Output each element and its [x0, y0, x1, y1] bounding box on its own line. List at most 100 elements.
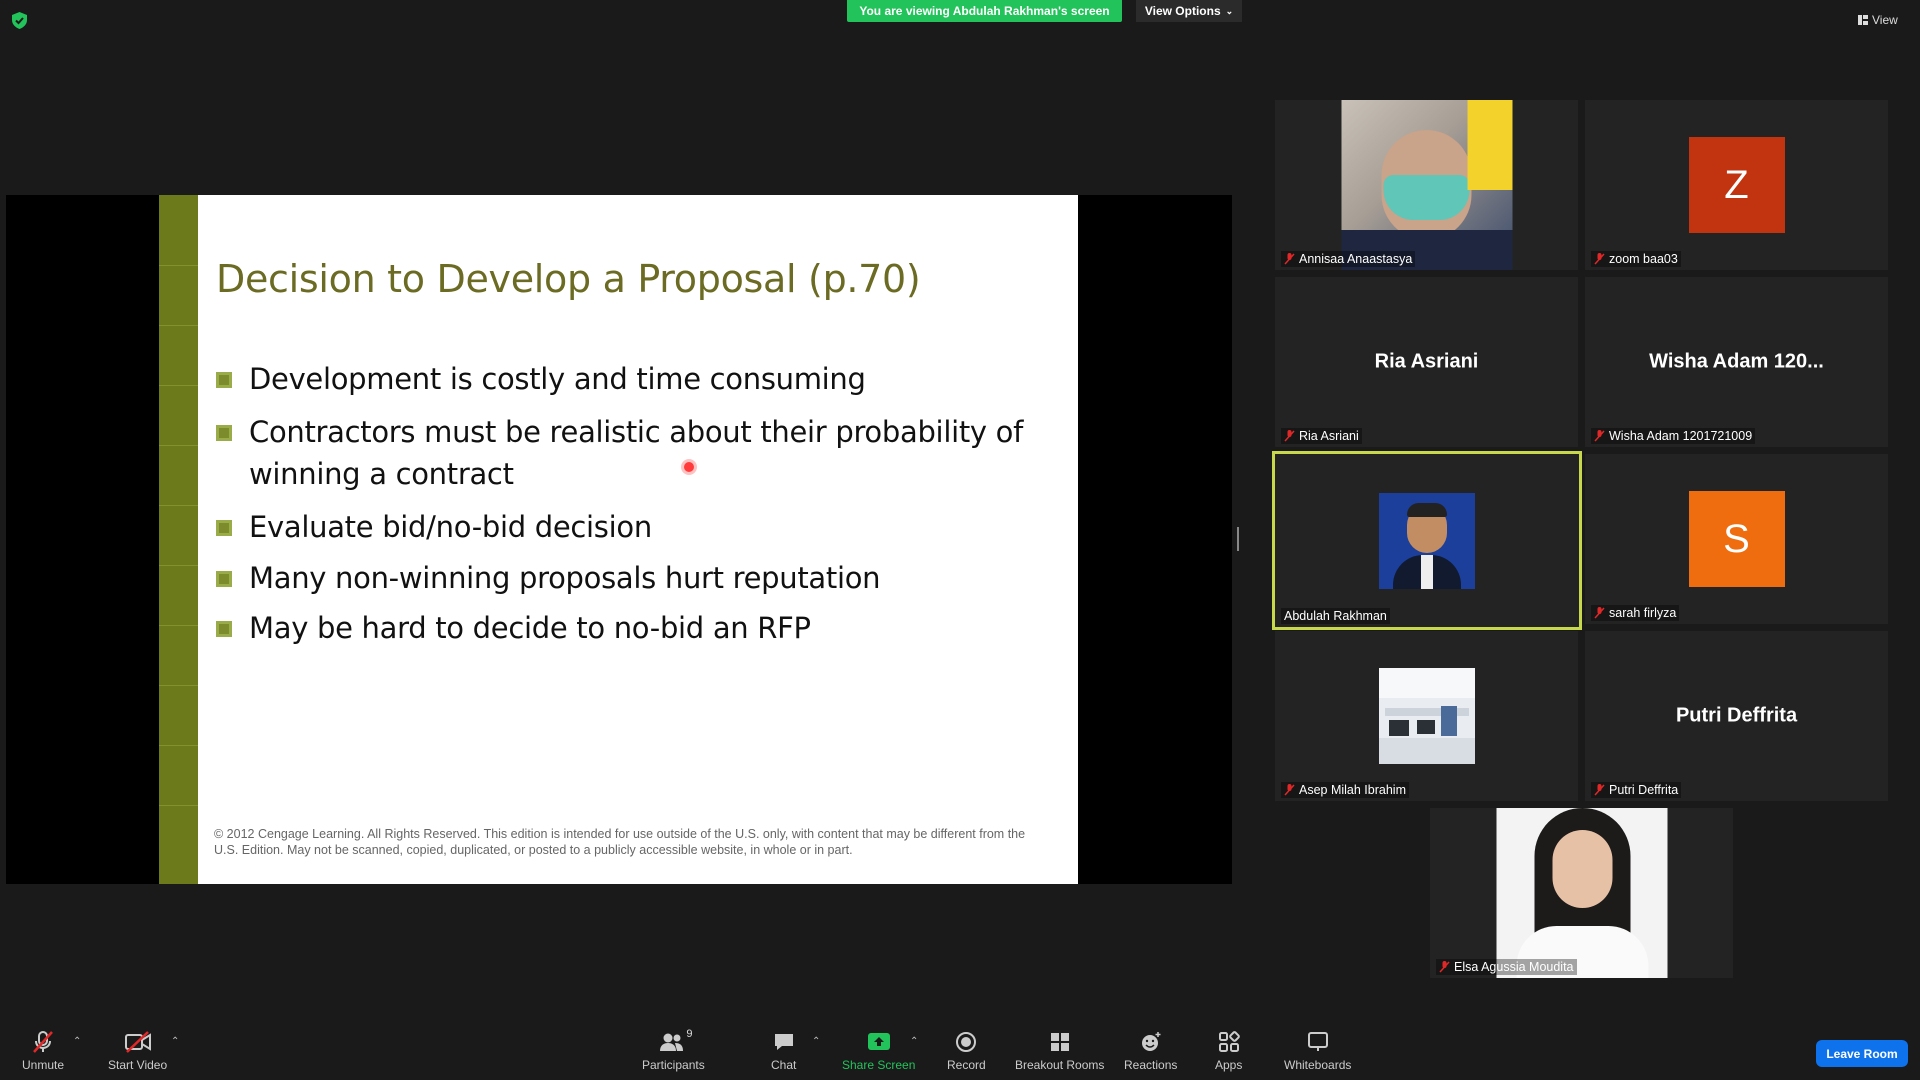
- apps-button[interactable]: Apps: [1215, 1030, 1242, 1072]
- chat-bubble-icon: [774, 1034, 793, 1050]
- muted-mic-icon: [33, 1031, 53, 1053]
- participants-label: Participants: [642, 1058, 705, 1072]
- slide-title: Decision to Develop a Proposal (p.70): [216, 257, 921, 301]
- slide-bullet: May be hard to decide to no-bid an RFP: [216, 607, 1036, 649]
- chat-button[interactable]: Chat: [771, 1030, 796, 1072]
- apps-icon: [1218, 1031, 1240, 1052]
- start-video-label: Start Video: [108, 1058, 168, 1072]
- breakout-rooms-button[interactable]: Breakout Rooms: [1015, 1030, 1104, 1072]
- participant-tile[interactable]: Z zoom baa03: [1585, 100, 1888, 270]
- participant-tile[interactable]: Wisha Adam 120... Wisha Adam 1201721009: [1585, 277, 1888, 447]
- participant-name: zoom baa03: [1609, 252, 1678, 266]
- view-options-label: View Options: [1144, 4, 1221, 18]
- bullet-square-icon: [216, 425, 232, 441]
- record-label: Record: [947, 1058, 986, 1072]
- participant-label: Putri Deffrita: [1591, 782, 1682, 798]
- bullet-square-icon: [216, 520, 232, 536]
- participants-button[interactable]: 9 Participants: [642, 1028, 705, 1072]
- participant-label: zoom baa03: [1591, 251, 1681, 267]
- participant-tile[interactable]: S sarah firlyza: [1585, 454, 1888, 624]
- participant-name: Asep Milah Ibrahim: [1299, 783, 1406, 797]
- participant-tile[interactable]: Elsa Agussia Moudita: [1430, 808, 1733, 978]
- reactions-button[interactable]: Reactions: [1124, 1030, 1177, 1072]
- participant-video: [1341, 100, 1512, 270]
- whiteboards-label: Whiteboards: [1284, 1058, 1352, 1072]
- bullet-text: Many non-winning proposals hurt reputati…: [249, 561, 881, 595]
- unmute-label: Unmute: [22, 1058, 65, 1072]
- participant-tile-active-speaker[interactable]: Abdulah Rakhman: [1272, 451, 1582, 630]
- bullet-square-icon: [216, 571, 232, 587]
- participant-tile[interactable]: Putri Deffrita Putri Deffrita: [1585, 631, 1888, 801]
- slide-bullet: Contractors must be realistic about thei…: [216, 411, 1036, 495]
- audio-options-chevron-icon[interactable]: ⌃: [73, 1036, 81, 1047]
- breakout-rooms-label: Breakout Rooms: [1015, 1058, 1105, 1072]
- breakout-rooms-icon: [1050, 1033, 1069, 1051]
- bullet-square-icon: [216, 621, 232, 637]
- participants-count-badge: 9: [686, 1028, 693, 1040]
- participant-display-name: Ria Asriani: [1374, 350, 1479, 373]
- video-off-icon: [124, 1031, 151, 1053]
- participant-name: Wisha Adam 1201721009: [1609, 429, 1753, 443]
- muted-mic-icon: [1284, 430, 1295, 442]
- view-options-button[interactable]: View Options ⌄: [1136, 0, 1242, 22]
- participant-label: Elsa Agussia Moudita: [1436, 959, 1577, 975]
- muted-mic-icon: [1284, 784, 1295, 796]
- participant-label: Abdulah Rakhman: [1281, 608, 1390, 624]
- participant-avatar: S: [1688, 491, 1785, 587]
- share-screen-label: Share Screen: [842, 1058, 916, 1072]
- participant-label: Ria Asriani: [1281, 428, 1362, 444]
- record-icon: [956, 1032, 977, 1052]
- participant-label: sarah firlyza: [1591, 605, 1680, 621]
- participant-tile[interactable]: Asep Milah Ibrahim: [1275, 631, 1578, 801]
- chat-label: Chat: [771, 1058, 797, 1072]
- participant-label: Asep Milah Ibrahim: [1281, 782, 1409, 798]
- slide-copyright-footer: © 2012 Cengage Learning. All Rights Rese…: [214, 827, 1026, 857]
- participant-name: Ria Asriani: [1299, 429, 1359, 443]
- bullet-text: Contractors must be realistic about thei…: [249, 415, 1024, 491]
- participant-tile[interactable]: Annisaa Anaastasya: [1275, 100, 1578, 270]
- muted-mic-icon: [1594, 253, 1605, 265]
- participant-display-name: Putri Deffrita: [1675, 704, 1798, 727]
- muted-mic-icon: [1594, 784, 1605, 796]
- participant-avatar: Z: [1688, 137, 1785, 233]
- participant-label: Annisaa Anaastasya: [1281, 251, 1416, 267]
- participant-tile[interactable]: Ria Asriani Ria Asriani: [1275, 277, 1578, 447]
- participant-name: Putri Deffrita: [1609, 783, 1679, 797]
- slide-bullet: Evaluate bid/no-bid decision: [216, 506, 1036, 548]
- avatar-letter: Z: [1724, 162, 1749, 207]
- reactions-label: Reactions: [1124, 1058, 1178, 1072]
- panel-resize-handle[interactable]: [1237, 527, 1239, 551]
- muted-mic-icon: [1594, 607, 1605, 619]
- participant-avatar-photo: [1378, 668, 1475, 764]
- muted-mic-icon: [1439, 961, 1450, 973]
- video-options-chevron-icon[interactable]: ⌃: [171, 1036, 179, 1047]
- participant-name: Elsa Agussia Moudita: [1454, 960, 1574, 974]
- presentation-slide: Decision to Develop a Proposal (p.70) De…: [159, 195, 1078, 884]
- record-button[interactable]: Record: [947, 1030, 986, 1072]
- participant-label: Wisha Adam 1201721009: [1591, 428, 1756, 444]
- participant-display-name: Wisha Adam 120...: [1649, 350, 1824, 373]
- participant-name: sarah firlyza: [1609, 606, 1677, 620]
- chat-options-chevron-icon[interactable]: ⌃: [812, 1036, 820, 1047]
- bullet-square-icon: [216, 372, 232, 388]
- bullet-text: Evaluate bid/no-bid decision: [249, 510, 652, 544]
- muted-mic-icon: [1594, 430, 1605, 442]
- unmute-button[interactable]: Unmute: [22, 1030, 64, 1072]
- viewing-screen-banner: You are viewing Abdulah Rakhman's screen: [847, 0, 1122, 22]
- share-screen-icon: [867, 1033, 890, 1050]
- whiteboards-button[interactable]: Whiteboards: [1284, 1030, 1351, 1072]
- slide-side-stripe: [159, 195, 198, 884]
- share-screen-button[interactable]: Share Screen: [842, 1030, 915, 1072]
- participant-video: [1496, 808, 1667, 978]
- bullet-text: May be hard to decide to no-bid an RFP: [249, 611, 811, 645]
- start-video-button[interactable]: Start Video: [108, 1030, 167, 1072]
- security-shield-icon[interactable]: [12, 12, 27, 29]
- view-label: View: [1872, 13, 1898, 27]
- leave-room-button[interactable]: Leave Room: [1816, 1040, 1908, 1067]
- avatar-letter: S: [1723, 516, 1750, 561]
- participant-avatar-photo: [1379, 492, 1475, 589]
- view-button[interactable]: View: [1858, 10, 1898, 30]
- share-options-chevron-icon[interactable]: ⌃: [910, 1036, 918, 1047]
- grid-view-icon: [1858, 15, 1868, 25]
- slide-bullet: Many non-winning proposals hurt reputati…: [216, 557, 1036, 599]
